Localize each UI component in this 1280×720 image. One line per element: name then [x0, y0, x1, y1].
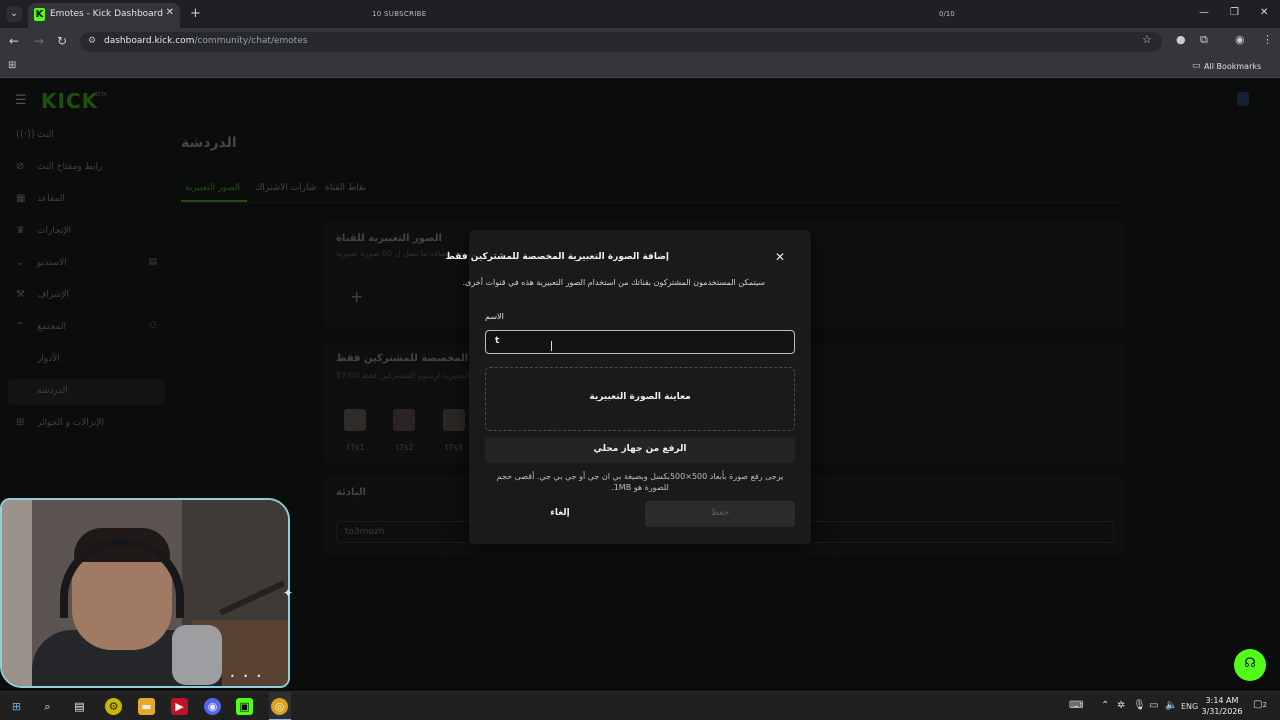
microphone-icon	[172, 625, 222, 685]
webcam-overlay: • • •	[0, 498, 290, 688]
kick-favicon-icon: K	[34, 8, 45, 21]
address-toolbar: ← → ↻ ⚙ dashboard.kick.com/community/cha…	[0, 28, 1280, 66]
cancel-button[interactable]: إلغاء	[485, 501, 635, 527]
url-host: dashboard.kick.com	[104, 36, 195, 46]
emote-name-field[interactable]: t	[485, 330, 795, 354]
system-clock[interactable]: 3:14 AM 3/31/2026	[1200, 695, 1244, 717]
folder-icon: ▭	[1192, 61, 1201, 71]
sparkle-icon: ✦	[283, 586, 294, 600]
emote-name-value: t	[495, 336, 500, 346]
webcam-window-light	[2, 500, 32, 686]
chrome-icon[interactable]: ◎	[271, 698, 288, 715]
close-icon[interactable]: ✕	[775, 250, 785, 264]
volume-icon[interactable]: 🔈	[1165, 700, 1177, 711]
file-explorer-icon[interactable]: ▬	[138, 698, 155, 715]
browser-tab-strip: ⌄ K Emotes - Kick Dashboard ✕ + 10 SUBSC…	[0, 0, 1280, 28]
url-text: dashboard.kick.com/community/chat/emotes	[104, 36, 308, 46]
video-app-icon[interactable]: ▶	[171, 698, 188, 715]
tab-title: Emotes - Kick Dashboard	[50, 9, 163, 19]
close-tab-icon[interactable]: ✕	[166, 7, 174, 18]
network-icon[interactable]: ▭	[1149, 700, 1158, 711]
site-info-icon[interactable]: ⚙	[88, 36, 96, 46]
mic-tray-icon[interactable]: 🎙	[1133, 700, 1146, 711]
url-path: /community/chat/emotes	[194, 36, 308, 46]
stream-overlay-count: 0/10	[939, 10, 955, 18]
stream-overlay-subscribe-text: 10 SUBSCRIBE	[372, 10, 427, 18]
window-close-icon[interactable]: ✕	[1260, 7, 1268, 18]
headset-support-icon: ☊	[1244, 656, 1256, 671]
minimize-icon[interactable]: —	[1199, 7, 1209, 18]
add-sub-emote-modal: إضافة الصورة التعبيرية المخصصة للمشتركين…	[446, 230, 811, 544]
tab-search-icon[interactable]: ⌄	[6, 6, 22, 22]
all-bookmarks-link[interactable]: All Bookmarks	[1204, 62, 1261, 71]
profile-avatar-icon[interactable]: ◉	[1235, 33, 1245, 46]
app-icon[interactable]: ⚙	[105, 698, 122, 715]
help-chat-button[interactable]: ☊	[1234, 649, 1266, 681]
save-label: حفظ	[710, 508, 730, 518]
notifications-icon[interactable]: ▢2	[1253, 699, 1267, 710]
notification-count: 2	[1262, 701, 1267, 709]
save-button[interactable]: حفظ	[645, 501, 795, 527]
url-bar[interactable]: ⚙ dashboard.kick.com/community/chat/emot…	[80, 32, 1162, 52]
tray-app-icon[interactable]: ✲	[1117, 700, 1125, 711]
modal-description: سيتمكن المستخدمون المشتركون بقناتك من اس…	[462, 278, 765, 287]
forward-icon[interactable]: →	[34, 34, 44, 48]
bookmarks-bar: ⊞ ▭ All Bookmarks	[0, 56, 1280, 78]
bookmark-star-icon[interactable]: ☆	[1142, 33, 1152, 46]
clock-date: 3/31/2026	[1201, 707, 1243, 716]
keyboard-icon[interactable]: ⌨	[1069, 700, 1083, 711]
new-tab-icon[interactable]: +	[190, 6, 201, 21]
modal-title: إضافة الصورة التعبيرية المخصصة للمشتركين…	[445, 252, 669, 262]
search-icon[interactable]: ⌕	[39, 698, 56, 715]
restore-icon[interactable]: ❐	[1230, 7, 1239, 18]
kick-app-icon[interactable]: ▣	[236, 698, 253, 715]
language-indicator[interactable]: ENG	[1181, 702, 1198, 711]
windows-taskbar: ⊞ ⌕ ▤ ⚙ ▬ ▶ ◉ ▣ ◎ ⌨ ⌃ ✲ 🎙 ▭ 🔈 ENG 3:14 A…	[0, 691, 1280, 720]
reload-icon[interactable]: ↻	[57, 34, 67, 48]
windows-start-icon[interactable]: ⊞	[8, 698, 25, 715]
task-view-icon[interactable]: ▤	[71, 698, 88, 715]
back-icon[interactable]: ←	[9, 34, 19, 48]
apps-grid-icon[interactable]: ⊞	[8, 60, 16, 71]
clock-time: 3:14 AM	[1205, 696, 1239, 705]
extension-icon[interactable]: ●	[1176, 33, 1186, 46]
upload-local-button[interactable]: الرفع من جهاز محلي	[485, 437, 795, 463]
discord-icon[interactable]: ◉	[204, 698, 221, 715]
screen: ⌄ K Emotes - Kick Dashboard ✕ + 10 SUBSC…	[0, 0, 1280, 720]
upload-hint: يرجى رفع صورة بأبعاد 500×500بكسل وبصيغة …	[496, 472, 784, 492]
upload-label: الرفع من جهاز محلي	[593, 444, 687, 454]
tray-expand-icon[interactable]: ⌃	[1101, 700, 1109, 711]
text-cursor-icon	[551, 341, 552, 351]
browser-tab[interactable]: K Emotes - Kick Dashboard ✕	[28, 3, 180, 28]
extensions-puzzle-icon[interactable]: ⧉	[1200, 33, 1208, 47]
cancel-label: إلغاء	[550, 508, 570, 518]
browser-menu-icon[interactable]: ⋮	[1262, 33, 1273, 46]
preview-label: معاينة الصورة التعبيرية	[589, 392, 691, 402]
overlay-dots-icon: • • •	[230, 672, 265, 681]
name-field-label: الاسم	[485, 312, 504, 321]
emote-preview-dropzone[interactable]: معاينة الصورة التعبيرية	[485, 367, 795, 431]
